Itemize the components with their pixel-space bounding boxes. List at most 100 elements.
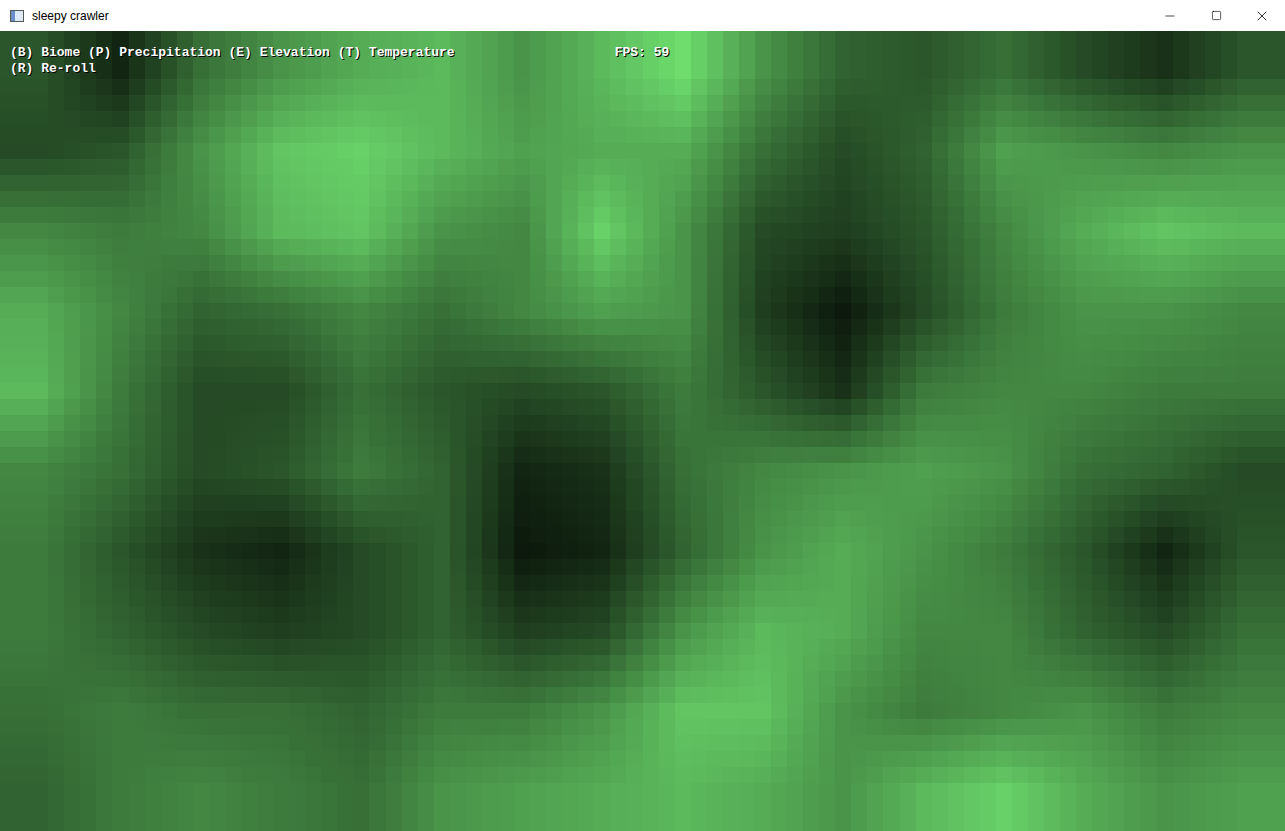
map-tile [1044, 271, 1060, 287]
map-tile [755, 399, 771, 415]
map-tile [996, 127, 1012, 143]
map-tile [273, 159, 289, 175]
map-tile [1092, 223, 1108, 239]
map-tile [64, 335, 80, 351]
map-tile [1028, 95, 1044, 111]
map-tile [0, 31, 16, 47]
map-tile [498, 127, 514, 143]
map-tile [1221, 191, 1237, 207]
map-tile [1253, 95, 1269, 111]
map-tile [1189, 383, 1205, 399]
map-tile [1092, 383, 1108, 399]
map-tile [402, 255, 418, 271]
map-tile [739, 335, 755, 351]
map-tile [675, 111, 691, 127]
map-tile [900, 111, 916, 127]
map-tile [1092, 207, 1108, 223]
map-tile [1012, 143, 1028, 159]
map-tile [129, 95, 145, 111]
map-tile [337, 319, 353, 335]
map-tile [418, 31, 434, 47]
map-tile [273, 31, 289, 47]
map-tile [578, 335, 594, 351]
map-tile [434, 95, 450, 111]
map-tile [96, 175, 112, 191]
map-tile [691, 95, 707, 111]
map-tile [450, 303, 466, 319]
map-tile [787, 367, 803, 383]
map-tile [948, 351, 964, 367]
map-tile [996, 367, 1012, 383]
map-tile [739, 47, 755, 63]
map-tile [193, 175, 209, 191]
map-tile [241, 191, 257, 207]
map-tile [707, 63, 723, 79]
map-tile [819, 143, 835, 159]
map-tile [867, 367, 883, 383]
map-tile [482, 271, 498, 287]
map-tile [659, 159, 675, 175]
map-tile [498, 367, 514, 383]
map-tile [530, 191, 546, 207]
map-tile [643, 223, 659, 239]
map-tile [578, 223, 594, 239]
map-tile [466, 399, 482, 415]
map-tile [321, 303, 337, 319]
map-tile [867, 31, 883, 47]
map-tile [96, 383, 112, 399]
map-tile [1237, 79, 1253, 95]
map-tile [996, 63, 1012, 79]
close-button[interactable] [1239, 0, 1285, 31]
map-tile [610, 111, 626, 127]
map-tile [626, 207, 642, 223]
map-tile [80, 223, 96, 239]
map-tile [546, 95, 562, 111]
map-tile [643, 111, 659, 127]
map-tile [980, 63, 996, 79]
map-tile [145, 415, 161, 431]
map-tile [659, 255, 675, 271]
map-tile [1173, 159, 1189, 175]
map-tile [514, 303, 530, 319]
map-tile [883, 143, 899, 159]
map-tile [1269, 207, 1285, 223]
map-tile [739, 399, 755, 415]
map-tile [980, 271, 996, 287]
map-tile [803, 351, 819, 367]
map-tile [32, 223, 48, 239]
map-tile [402, 415, 418, 431]
map-tile [1092, 127, 1108, 143]
map-tile [1028, 319, 1044, 335]
map-tile [707, 127, 723, 143]
map-tile [578, 159, 594, 175]
map-tile [739, 383, 755, 399]
map-tile [675, 287, 691, 303]
map-tile [980, 415, 996, 431]
map-tile [787, 175, 803, 191]
map-tile [498, 287, 514, 303]
map-tile [1092, 399, 1108, 415]
map-tile [996, 335, 1012, 351]
map-tile [321, 415, 337, 431]
map-tile [900, 271, 916, 287]
map-tile [337, 287, 353, 303]
map-tile [177, 159, 193, 175]
maximize-button[interactable] [1193, 0, 1239, 31]
map-tile [900, 31, 916, 47]
map-tile [883, 367, 899, 383]
map-tile [948, 303, 964, 319]
map-tile [369, 399, 385, 415]
map-tile [434, 319, 450, 335]
map-tile [1173, 111, 1189, 127]
map-tile [369, 351, 385, 367]
map-tile [177, 223, 193, 239]
map-tile [402, 63, 418, 79]
minimize-button[interactable] [1147, 0, 1193, 31]
map-tile [1028, 127, 1044, 143]
map-tile [996, 303, 1012, 319]
map-tile [1269, 319, 1285, 335]
map-tile [851, 319, 867, 335]
map-tile [1108, 383, 1124, 399]
map-tile [1044, 335, 1060, 351]
map-tile [1253, 191, 1269, 207]
